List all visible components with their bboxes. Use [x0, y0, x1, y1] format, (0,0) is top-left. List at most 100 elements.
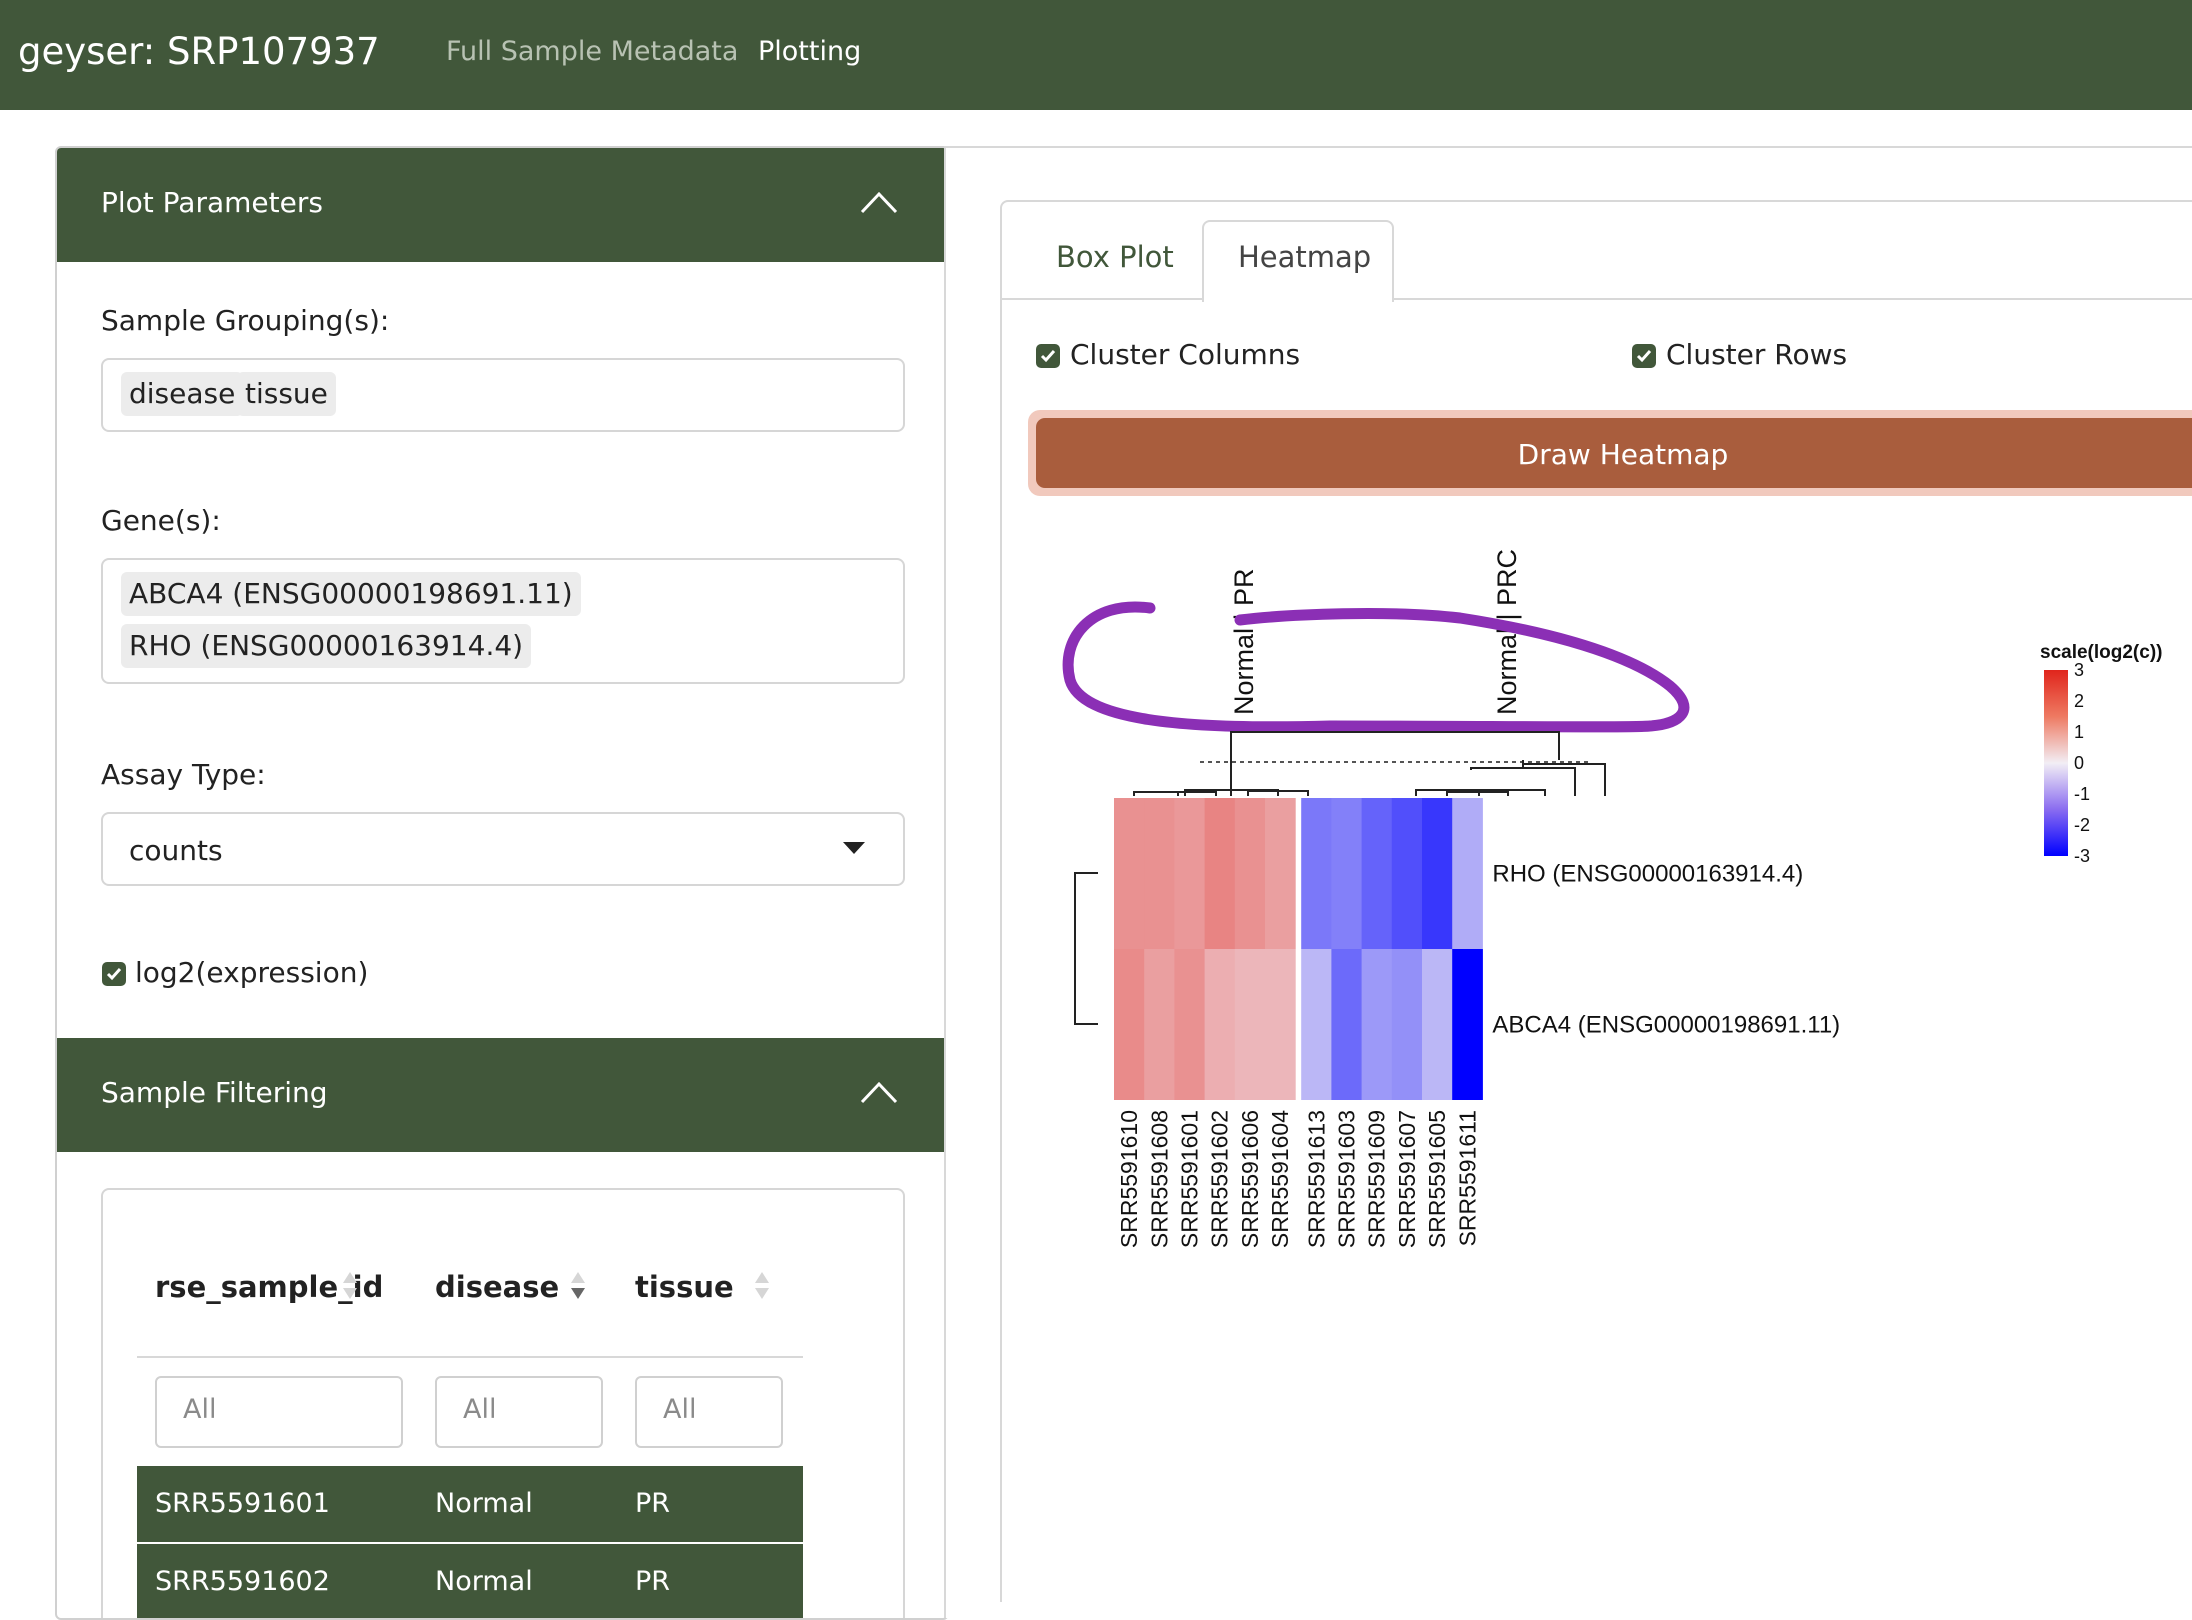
- table-row[interactable]: SRR5591601 Normal PR: [137, 1466, 803, 1542]
- genes-input[interactable]: ABCA4 (ENSG00000198691.11) RHO (ENSG0000…: [101, 558, 905, 684]
- tab-box-plot[interactable]: Box Plot: [1056, 240, 1174, 274]
- cell-sample-id: SRR5591602: [155, 1566, 330, 1597]
- row-label: ABCA4 (ENSG00000198691.11): [1492, 1012, 1840, 1039]
- column-label: SRR5591606: [1237, 1110, 1263, 1248]
- sample-grouping-label: Sample Grouping(s):: [101, 304, 390, 337]
- grouping-chip-tissue[interactable]: tissue: [237, 372, 336, 416]
- sample-grouping-input[interactable]: disease tissue: [101, 358, 905, 432]
- heatmap-cell: [1204, 798, 1236, 949]
- column-group-label: Normal | PR: [1229, 568, 1259, 715]
- heatmap-cell: [1422, 798, 1453, 949]
- heatmap-cell: [1114, 949, 1145, 1100]
- cluster-rows-checkbox[interactable]: [1632, 344, 1656, 368]
- cell-disease: Normal: [435, 1488, 533, 1519]
- assay-type-label: Assay Type:: [101, 758, 266, 791]
- nav-full-sample-metadata[interactable]: Full Sample Metadata: [446, 36, 738, 67]
- table-row[interactable]: SRR5591602 Normal PR: [137, 1544, 803, 1618]
- sort-desc-icon[interactable]: [755, 1288, 769, 1299]
- heatmap-cell: [1331, 798, 1363, 949]
- filter-rse-sample-id[interactable]: All: [155, 1376, 403, 1448]
- cell-sample-id: SRR5591601: [155, 1488, 330, 1519]
- filter-placeholder: All: [663, 1394, 697, 1425]
- legend-tick-label: 2: [2074, 691, 2084, 711]
- column-label: SRR5591608: [1146, 1110, 1172, 1248]
- col-header-disease[interactable]: disease: [435, 1270, 559, 1304]
- sample-filtering-header[interactable]: Sample Filtering: [57, 1038, 947, 1152]
- cluster-columns-checkbox[interactable]: [1036, 344, 1060, 368]
- sidebar-card: Plot Parameters Sample Grouping(s): dise…: [55, 146, 949, 1620]
- legend-tick-label: 0: [2074, 753, 2084, 773]
- legend-tick-label: -2: [2074, 815, 2090, 835]
- heatmap-cell: [1234, 798, 1266, 949]
- assay-type-select[interactable]: counts: [101, 812, 905, 886]
- annotation-circle: [1062, 601, 1690, 733]
- heatmap-cell: [1144, 798, 1175, 949]
- filter-placeholder: All: [183, 1394, 217, 1425]
- legend-tick-label: 3: [2074, 660, 2084, 680]
- chevron-up-icon[interactable]: [859, 1078, 899, 1106]
- assay-type-value: counts: [129, 834, 223, 867]
- sort-asc-icon[interactable]: [755, 1272, 769, 1283]
- column-label: SRR5591604: [1267, 1110, 1293, 1248]
- legend-title: scale(log2(c)): [2040, 642, 2162, 663]
- heatmap-cell: [1452, 949, 1483, 1100]
- cluster-columns-label: Cluster Columns: [1070, 338, 1301, 371]
- sort-desc-icon[interactable]: [571, 1288, 585, 1299]
- cell-tissue: PR: [635, 1566, 671, 1597]
- nav-plotting[interactable]: Plotting: [758, 36, 861, 67]
- caret-down-icon: [843, 842, 865, 854]
- heatmap-cell: [1265, 798, 1296, 949]
- heatmap-cell: [1361, 949, 1393, 1100]
- grouping-chip-disease[interactable]: disease: [121, 372, 244, 416]
- legend-tick-label: -1: [2074, 784, 2090, 804]
- draw-heatmap-label: Draw Heatmap: [1517, 438, 1729, 471]
- sort-asc-icon[interactable]: [571, 1272, 585, 1283]
- heatmap-plot: Normal | PR Normal | PRC RHO (ENSG000001…: [1062, 549, 2162, 1248]
- check-icon: [1040, 350, 1056, 363]
- column-label: SRR5591613: [1303, 1110, 1329, 1248]
- log2-checkbox[interactable]: [102, 962, 126, 986]
- legend-colorbar: [2044, 670, 2068, 856]
- heatmap-cell: [1301, 798, 1332, 949]
- app-title: geyser: SRP107937: [18, 30, 380, 73]
- row-label: RHO (ENSG00000163914.4): [1492, 861, 1803, 888]
- heatmap-cell: [1391, 798, 1423, 949]
- heatmap-cell: [1331, 949, 1363, 1100]
- plot-parameters-header[interactable]: Plot Parameters: [57, 148, 947, 262]
- column-label: SRR5591601: [1177, 1110, 1203, 1248]
- column-dendrogram: [1133, 731, 1606, 796]
- navbar: geyser: SRP107937 Full Sample Metadata P…: [0, 0, 2192, 110]
- chevron-up-icon[interactable]: [859, 188, 899, 216]
- heatmap-cell: [1174, 798, 1206, 949]
- heatmap-cell: [1422, 949, 1453, 1100]
- heatmap-cell: [1204, 949, 1236, 1100]
- heatmap-cell: [1174, 949, 1206, 1100]
- tab-heatmap[interactable]: Heatmap: [1238, 240, 1371, 274]
- filter-disease[interactable]: All: [435, 1376, 603, 1448]
- filter-tissue[interactable]: All: [635, 1376, 783, 1448]
- draw-heatmap-button[interactable]: Draw Heatmap: [1028, 410, 2192, 496]
- sample-filtering-title: Sample Filtering: [101, 1076, 328, 1109]
- sort-asc-icon[interactable]: [343, 1272, 357, 1283]
- heatmap-cells: [1114, 798, 1483, 1100]
- column-label: SRR5591607: [1394, 1110, 1420, 1248]
- cell-tissue: PR: [635, 1488, 671, 1519]
- col-header-tissue[interactable]: tissue: [635, 1270, 734, 1304]
- sort-desc-icon[interactable]: [343, 1288, 357, 1299]
- column-label: SRR5591611: [1454, 1110, 1480, 1246]
- gene-chip-abca4[interactable]: ABCA4 (ENSG00000198691.11): [121, 572, 581, 616]
- column-label: SRR5591602: [1207, 1110, 1233, 1248]
- column-labels: SRR5591610 SRR5591608 SRR5591601 SRR5591602…: [1116, 1110, 1480, 1248]
- plot-parameters-title: Plot Parameters: [101, 186, 323, 219]
- heatmap-cell: [1114, 798, 1145, 949]
- genes-label: Gene(s):: [101, 504, 221, 537]
- sample-table-card: rse_sample_id disease tissue All All All…: [101, 1188, 905, 1618]
- legend-tick-label: 1: [2074, 722, 2084, 742]
- heatmap-cell: [1144, 949, 1175, 1100]
- filter-placeholder: All: [463, 1394, 497, 1425]
- heatmap-cell: [1452, 798, 1483, 949]
- column-label: SRR5591609: [1364, 1110, 1390, 1248]
- gene-chip-rho[interactable]: RHO (ENSG00000163914.4): [121, 624, 532, 668]
- column-label: SRR5591610: [1116, 1110, 1142, 1248]
- row-dendrogram: [1074, 872, 1098, 1025]
